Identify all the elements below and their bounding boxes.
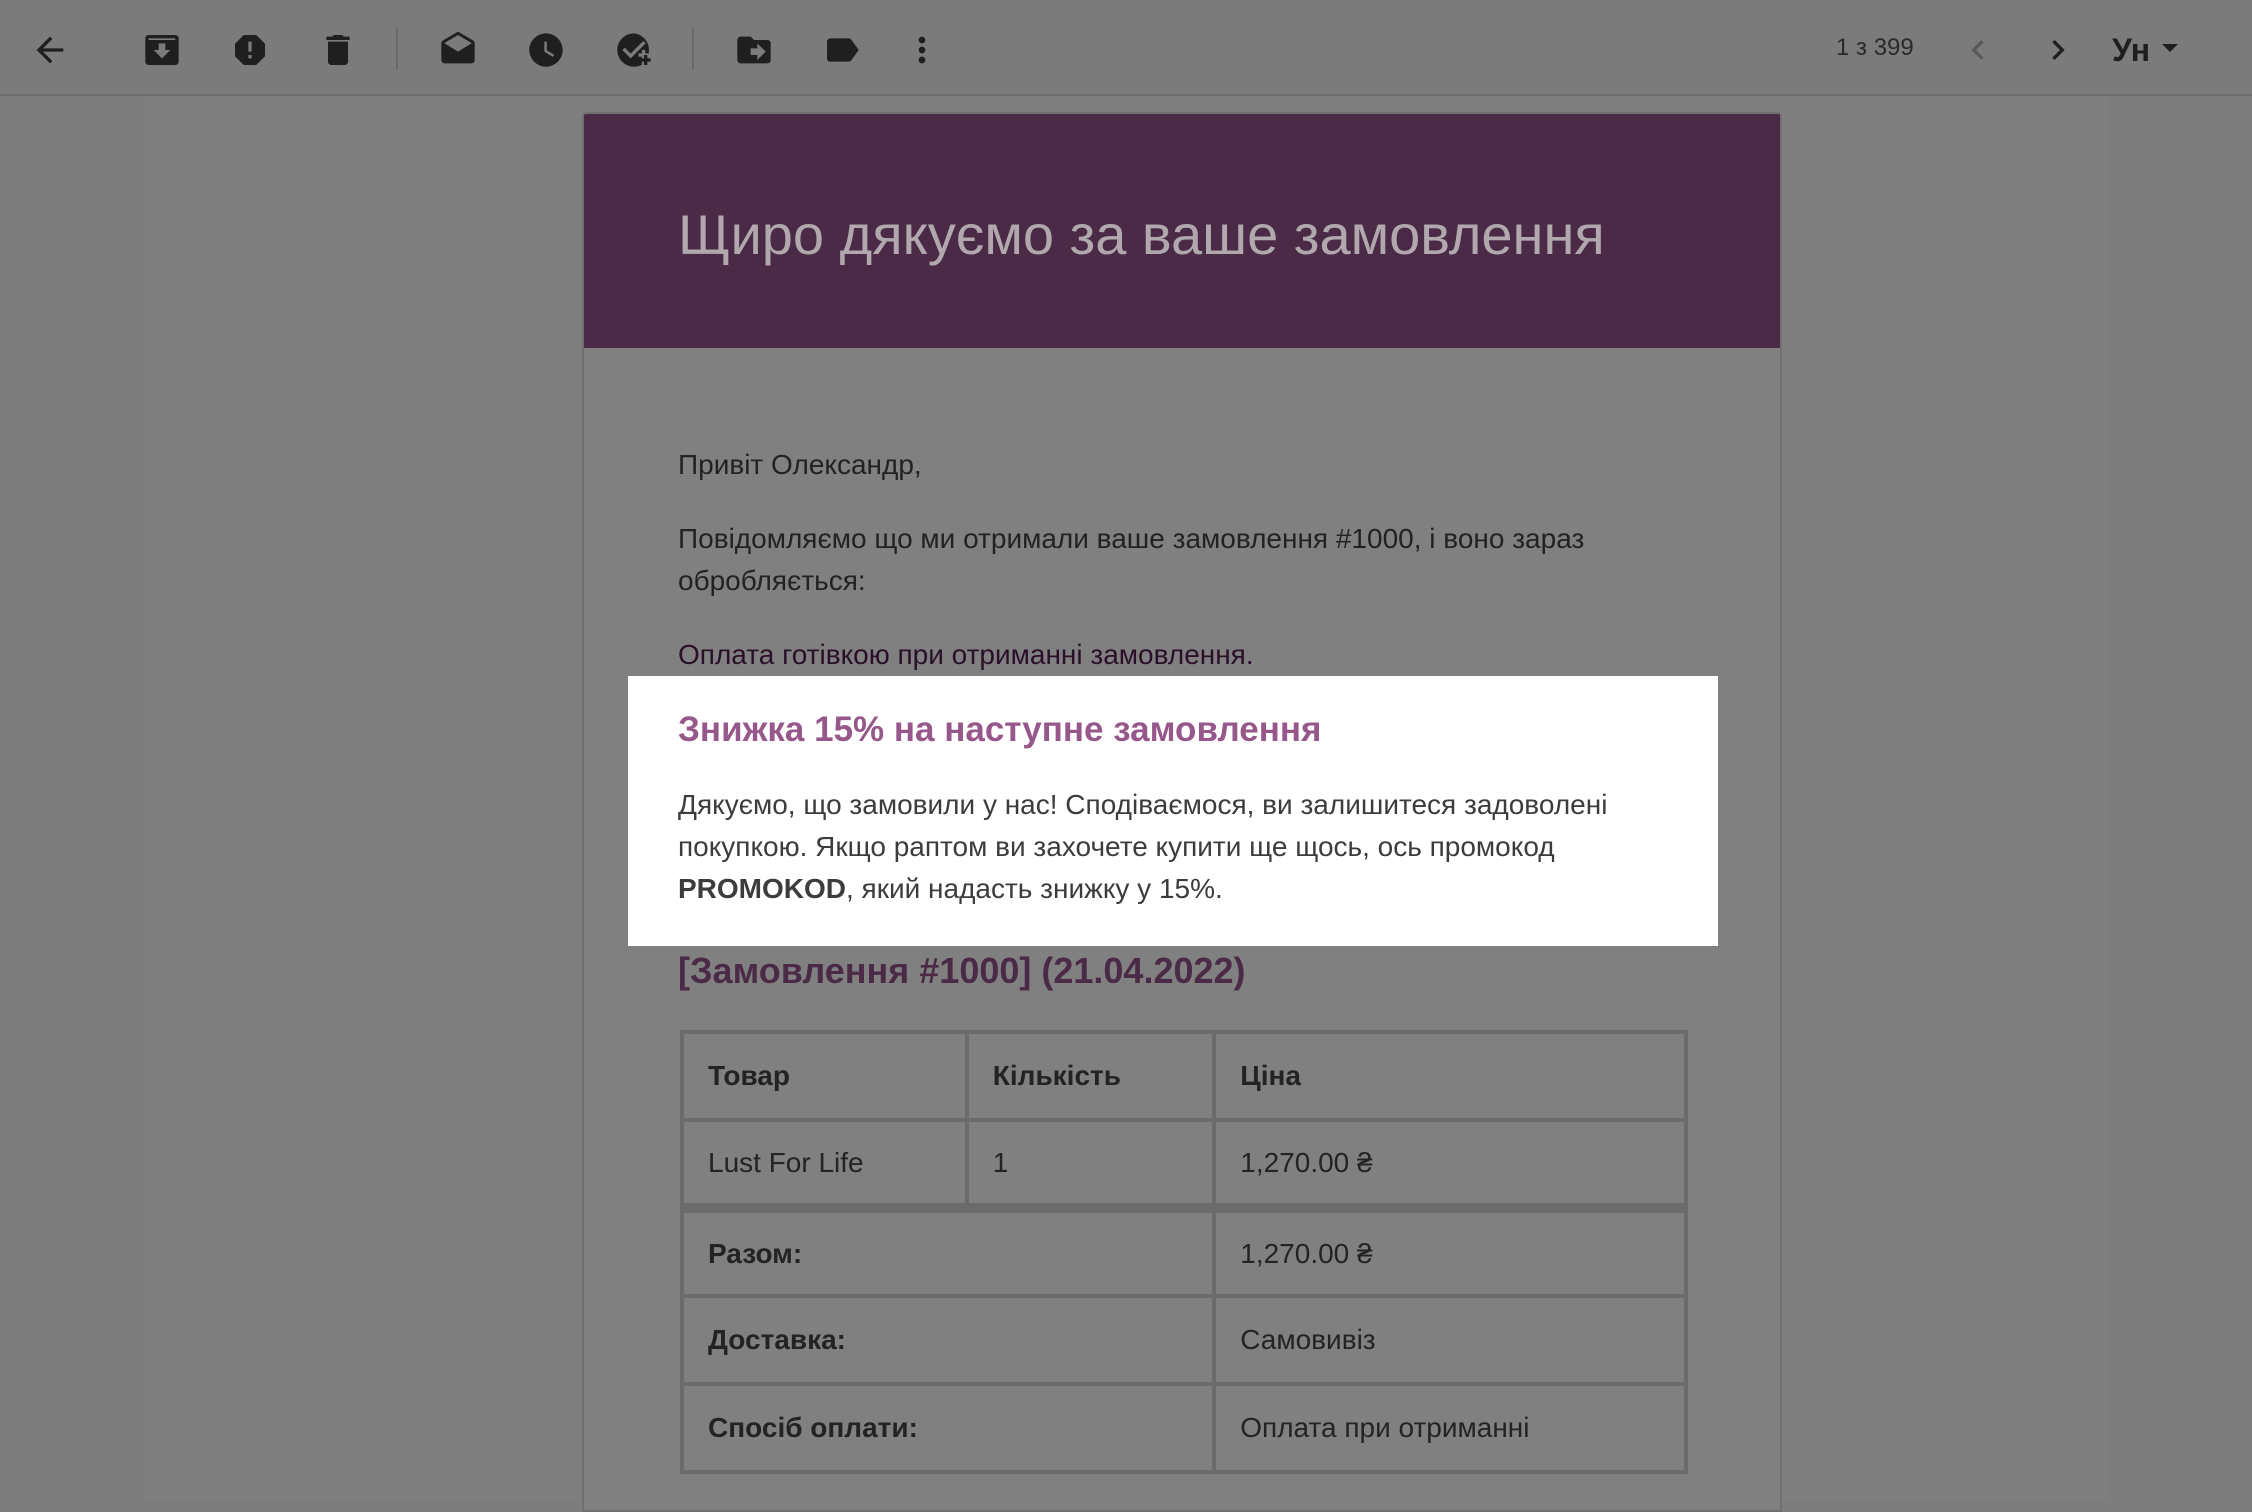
archive-icon[interactable] [130, 18, 194, 82]
email-title: Щиро дякуємо за ваше замовлення [678, 203, 1605, 266]
payment-method-label: Спосіб оплати: [679, 1382, 1217, 1474]
total-label: Разом: [679, 1203, 1217, 1298]
column-header: Товар [680, 1030, 969, 1122]
column-header: Ціна [1212, 1030, 1688, 1122]
label-icon[interactable] [810, 18, 874, 82]
promo-text-before: Дякуємо, що замовили у нас! Сподіваємося… [678, 789, 1608, 862]
shipping-label: Доставка: [679, 1294, 1217, 1386]
move-to-icon[interactable] [722, 18, 786, 82]
next-chevron-icon[interactable] [2026, 18, 2090, 82]
report-spam-icon[interactable] [218, 18, 282, 82]
order-table: Товар Кількість Ціна Lust For Life 1 1,2… [679, 1030, 1688, 1474]
prev-chevron-icon[interactable] [1946, 18, 2010, 82]
language-selector[interactable]: Ун [2112, 30, 2179, 70]
payment-method-row: Спосіб оплати: Оплата при отриманні [679, 1382, 1688, 1474]
promo-block: Знижка 15% на наступне замовлення Дякуєм… [628, 676, 1718, 946]
table-row: Lust For Life 1 1,270.00 ₴ [680, 1118, 1688, 1210]
toolbar-divider [396, 28, 398, 70]
mark-unread-icon[interactable] [426, 18, 490, 82]
product-price: 1,270.00 ₴ [1212, 1118, 1688, 1210]
add-task-icon[interactable] [602, 18, 666, 82]
total-value: 1,270.00 ₴ [1212, 1203, 1688, 1298]
delete-icon[interactable] [306, 18, 370, 82]
shipping-value: Самовивіз [1212, 1294, 1688, 1386]
snooze-icon[interactable] [514, 18, 578, 82]
order-heading: [Замовлення #1000] (21.04.2022) [678, 950, 1246, 991]
pagination-count: 1 з 399 [1836, 34, 1914, 61]
greeting: Привіт Олександр, [678, 449, 922, 480]
toolbar-divider [692, 28, 694, 70]
promo-text: Дякуємо, що замовили у нас! Сподіваємося… [678, 784, 1678, 910]
toolbar: 1 з 399 Ун [0, 0, 2252, 96]
product-qty: 1 [964, 1118, 1217, 1210]
column-header: Кількість [964, 1030, 1217, 1122]
back-arrow-icon[interactable] [18, 18, 82, 82]
more-vert-icon[interactable] [890, 18, 954, 82]
promo-text-after: , який надасть знижку у 15%. [846, 873, 1223, 904]
promo-code: PROMOKOD [678, 873, 846, 904]
chevron-down-icon [2162, 44, 2179, 52]
payment-note: Оплата готівкою при отриманні замовлення… [678, 639, 1254, 670]
table-header-row: Товар Кількість Ціна [680, 1030, 1688, 1122]
payment-method-value: Оплата при отриманні [1212, 1382, 1688, 1474]
product-name: Lust For Life [680, 1118, 969, 1210]
language-label: Ун [2112, 31, 2151, 68]
total-row: Разом: 1,270.00 ₴ [679, 1203, 1688, 1298]
email-header: Щиро дякуємо за ваше замовлення [584, 114, 1780, 348]
order-notice: Повідомляємо що ми отримали ваше замовле… [678, 523, 1585, 596]
promo-title: Знижка 15% на наступне замовлення [678, 710, 1322, 749]
shipping-row: Доставка: Самовивіз [679, 1294, 1688, 1386]
